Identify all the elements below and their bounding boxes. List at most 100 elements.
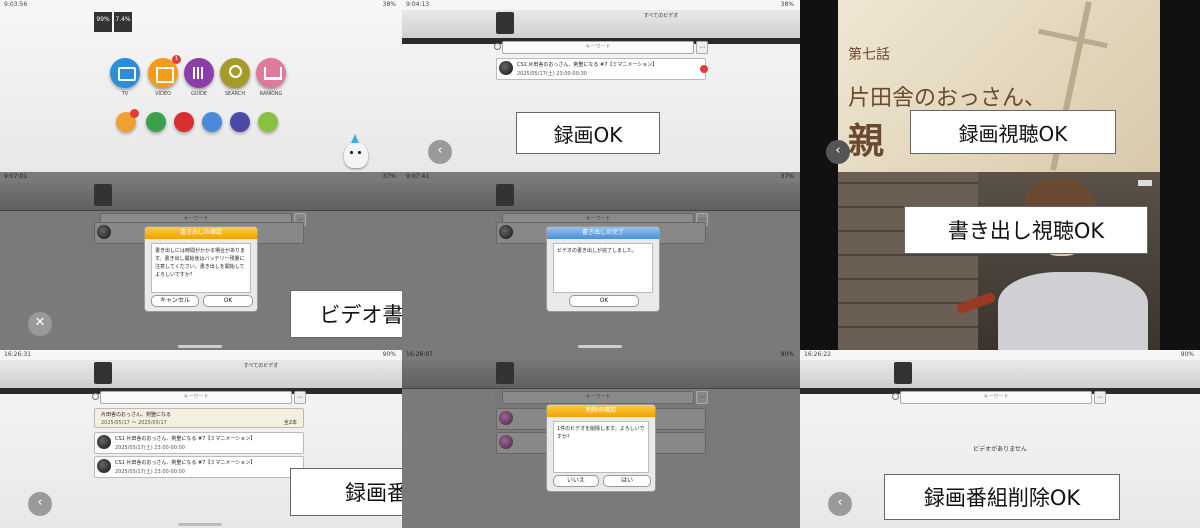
anime-title-line1: 片田舎のおっさん、 <box>848 86 1047 111</box>
search-icon[interactable]: SEARCH <box>220 58 250 97</box>
delete-list-panel: 16:26:31 90% すべてのビデオ キーワード ⋯ 片田舎のおっさん、剣聖… <box>0 350 402 528</box>
export-done-panel: 9:07:41 37% キーワード ⋯ 書き出しの完了 ビデオの書き出しが完了し… <box>402 172 800 350</box>
tv-label: TV <box>121 91 129 97</box>
remote-icon[interactable] <box>230 112 250 132</box>
back-button[interactable]: ‹ <box>428 140 452 164</box>
caption-playback-ok: 録画視聴OK <box>910 110 1116 154</box>
status-bar: 16:26:22 90% <box>800 350 1200 360</box>
status-bar: 16:26:31 90% <box>0 350 402 360</box>
status-time: 16:26:22 <box>804 351 831 358</box>
caption-video-export-ok: ビデオ書き出しOK <box>290 290 402 338</box>
status-time: 9:04:13 <box>406 1 430 8</box>
recording-thumbnail <box>499 435 513 449</box>
home-screen-panel: 9:03:56 38% 99% 7.4% TV 1 VIDEO GUIDE SE… <box>0 0 402 172</box>
search-icon <box>92 393 99 400</box>
empty-list-panel: 16:26:22 90% キーワード ⋯ ビデオがありません 録画番組削除OK … <box>800 350 1200 528</box>
cancel-button[interactable]: キャンセル <box>151 295 199 307</box>
tab-all-videos[interactable]: すべてのビデオ <box>120 362 402 369</box>
ranking-label: RANKING <box>259 91 283 97</box>
recording-title: CS1 片田舎のおっさん、剣聖になる #7【ミマニメーション】 <box>115 460 256 466</box>
app-logo[interactable] <box>496 12 514 34</box>
dialog-title: 書き出しの確認 <box>145 227 257 239</box>
back-button[interactable]: ‹ <box>28 492 52 516</box>
recording-date: 2025/05/17(土) 23:00-00:00 <box>115 469 185 475</box>
stone-wall <box>838 172 978 350</box>
search-icon <box>92 215 99 222</box>
search-input[interactable]: キーワード <box>502 391 694 404</box>
status-time: 9:07:01 <box>4 173 28 180</box>
export-confirm-panel: 9:07:01 37% キーワード ⋯ 書き出しの確認 書き出しには時間がかかる… <box>0 172 402 350</box>
recording-title: CS1 片田舎のおっさん、剣聖になる #7【ミマニメーション】 <box>517 62 658 68</box>
app-logo[interactable] <box>94 184 112 206</box>
settings-badge <box>130 109 139 118</box>
caption-export-playback-ok: 書き出し視聴OK <box>904 206 1148 254</box>
recording-item[interactable]: CS1 片田舎のおっさん、剣聖になる #7【ミマニメーション】 2025/05/… <box>496 58 708 80</box>
search-options-button[interactable]: ⋯ <box>696 391 708 404</box>
recording-date: 2025/05/17(土) 23:00-00:00 <box>115 445 185 451</box>
recording-item[interactable]: CS1 片田舎のおっさん、剣聖になる #7【ミマニメーション】 2025/05/… <box>94 456 304 478</box>
gear-icon[interactable] <box>258 112 278 132</box>
close-button[interactable]: ✕ <box>28 312 52 336</box>
status-time: 9:07:41 <box>406 173 430 180</box>
exported-playback-panel: 書き出し視聴OK <box>800 172 1200 350</box>
video-icon[interactable]: 1 VIDEO <box>148 55 181 97</box>
recording-thumbnail <box>97 225 111 239</box>
yes-button[interactable]: はい <box>603 475 651 487</box>
search-options-button[interactable]: ⋯ <box>696 41 708 54</box>
tab-all-videos[interactable]: すべてのビデオ <box>522 12 800 19</box>
caption-record-ok: 録画OK <box>516 112 660 154</box>
recording-thumbnail <box>499 61 513 75</box>
status-bar: 9:07:01 37% <box>0 172 402 182</box>
recording-item[interactable]: CS1 片田舎のおっさん、剣聖になる #7【ミマニメーション】 2025/05/… <box>94 432 304 454</box>
search-icon <box>494 393 501 400</box>
guide-icon[interactable]: GUIDE <box>184 58 214 97</box>
episode-number: 第七話 <box>848 47 890 63</box>
dialog-message: 書き出しには時間がかかる場合があります。書き出し開始後はバッテリー残量に注意して… <box>151 243 251 293</box>
app-header: すべてのビデオ <box>402 10 800 39</box>
ok-button[interactable]: OK <box>203 295 253 307</box>
channel-logo <box>1138 180 1152 186</box>
battery-level: 38% <box>382 1 396 8</box>
search-input[interactable]: キーワード <box>502 41 694 54</box>
search-options-button[interactable]: ⋯ <box>294 391 306 404</box>
folder-count: 全2本 <box>283 420 297 426</box>
recording-thumbnail <box>97 435 111 449</box>
search-input[interactable]: キーワード <box>100 391 292 404</box>
back-button[interactable]: ‹ <box>826 140 850 164</box>
delete-confirm-panel: 16:26:07 90% キーワード ⋯ 削除の確認 1件のビデオを削除します。… <box>402 350 800 528</box>
no-button[interactable]: いいえ <box>553 475 599 487</box>
battery-level: 37% <box>382 173 396 180</box>
character-body <box>998 272 1148 350</box>
recording-date: 2025/05/17(土) 23:00-00:30 <box>517 71 587 77</box>
recording-thumbnail <box>499 225 513 239</box>
video-list-panel: 9:04:13 38% すべてのビデオ キーワード ⋯ CS1 片田舎のおっさん… <box>402 0 800 172</box>
folder-date: 2025/05/17 〜 2025/05/17 <box>101 420 167 426</box>
back-button[interactable]: ‹ <box>828 492 852 516</box>
cart-icon[interactable] <box>202 112 222 132</box>
settings-icon[interactable] <box>116 109 139 132</box>
rate-widget: 7.4% <box>114 12 132 32</box>
caption-delete-program: 録画番組削除 <box>290 468 402 516</box>
export-confirm-dialog: 書き出しの確認 書き出しには時間がかかる場合があります。書き出し開始後はバッテリ… <box>144 226 258 312</box>
app-logo[interactable] <box>496 184 514 206</box>
app-logo[interactable] <box>496 362 514 384</box>
app-logo[interactable] <box>94 362 112 384</box>
video-badge: 1 <box>172 55 181 64</box>
status-time: 16:26:31 <box>4 351 31 358</box>
home-indicator <box>578 345 622 348</box>
sword-guard <box>1038 28 1108 49</box>
recording-indicator-icon <box>700 65 708 73</box>
tv-icon[interactable]: TV <box>110 58 140 97</box>
folder-item[interactable]: 片田舎のおっさん、剣聖になる 2025/05/17 〜 2025/05/17 全… <box>94 408 304 428</box>
record-icon[interactable] <box>174 112 194 132</box>
recording-thumbnail <box>499 411 513 425</box>
search-input[interactable]: キーワード <box>900 391 1092 404</box>
search-icon <box>892 393 899 400</box>
edit-icon[interactable] <box>146 112 166 132</box>
app-logo[interactable] <box>894 362 912 384</box>
app-header <box>0 182 402 211</box>
search-options-button[interactable]: ⋯ <box>1094 391 1106 404</box>
ranking-icon[interactable]: RANKING <box>256 58 286 97</box>
video-label: VIDEO <box>155 91 171 97</box>
ok-button[interactable]: OK <box>569 295 639 307</box>
